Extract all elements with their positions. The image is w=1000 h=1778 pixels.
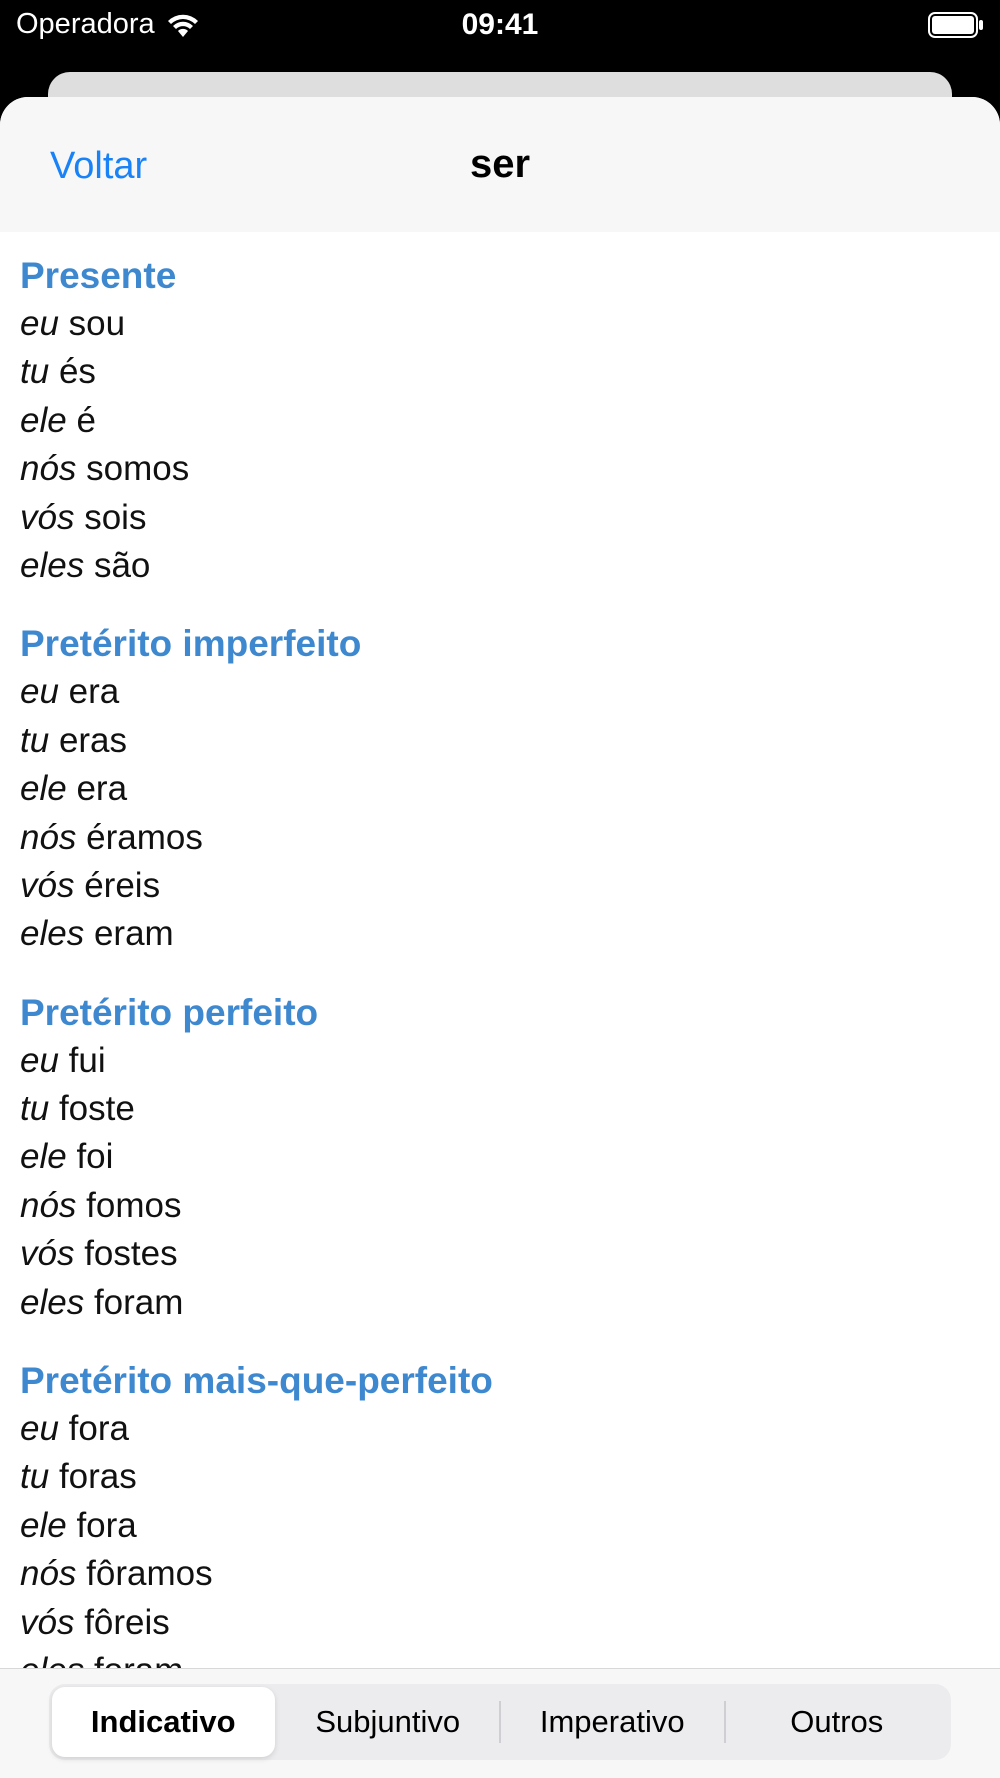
conjugation-row: ele é — [20, 397, 1000, 445]
tense-section: Presente eu sou tu és ele é nós somos vós soi… — [20, 252, 1000, 590]
verb-form: fostes — [84, 1234, 178, 1274]
tense-title: Pretérito imperfeito — [20, 623, 362, 665]
pronoun: vós — [20, 1234, 75, 1274]
tense-title: Presente — [20, 255, 177, 296]
conjugation-row: eu fora — [20, 1405, 1000, 1453]
conjugation-row: vós sois — [20, 494, 1000, 542]
pronoun: eu — [20, 304, 59, 343]
verb-form: foras — [58, 1457, 137, 1497]
status-time: 09:41 — [461, 8, 539, 41]
tense-title: Pretérito perfeito — [20, 991, 319, 1033]
pronoun: eu — [20, 1040, 59, 1080]
conjugation-row: ele era — [20, 765, 1000, 813]
tense-section: Pretérito mais-que-perfeito eu fora tu for… — [20, 1357, 1000, 1668]
conjugation-row: vós fostes — [20, 1230, 1000, 1278]
verb-form: fui — [68, 1040, 106, 1080]
pronoun: tu — [20, 1457, 50, 1497]
conjugation-row: eles foram — [20, 1647, 1000, 1668]
mood-selector-bar: Indicativo Subjuntivo Imperativo Outros — [0, 1668, 1000, 1778]
tense-section: Pretérito imperfeito eu era tu eras ele era… — [20, 620, 1000, 958]
conjugation-row: nós fomos — [20, 1182, 1000, 1230]
conjugation-row: eu era — [20, 668, 1000, 716]
verb-form: sou — [68, 304, 126, 343]
mood-segmented-control: Indicativo Subjuntivo Imperativo Outros — [49, 1684, 951, 1760]
pronoun: ele — [20, 1505, 67, 1545]
verb-form: era — [76, 769, 128, 809]
verb-form: fôreis — [84, 1602, 170, 1642]
conjugation-row: tu és — [20, 348, 1000, 396]
verb-form: foste — [58, 1089, 135, 1129]
verb-form: sois — [84, 497, 147, 537]
verb-form: eram — [93, 914, 174, 954]
conjugation-row: nós fôramos — [20, 1550, 1000, 1598]
conjugation-sheet: Voltar ser Presente eu sou tu és ele é nós s… — [0, 97, 1000, 1778]
conjugation-row: tu foras — [20, 1453, 1000, 1501]
pronoun: ele — [20, 769, 67, 809]
navigation-bar: Voltar ser — [0, 97, 1000, 232]
segment-imperativo[interactable]: Imperativo — [501, 1687, 724, 1757]
conjugation-row: nós somos — [20, 445, 1000, 493]
pronoun: eu — [20, 672, 59, 712]
verb-form: são — [93, 545, 151, 585]
pronoun: eles — [20, 914, 85, 954]
pronoun: ele — [20, 1137, 67, 1177]
verb-form: somos — [86, 449, 190, 489]
conjugation-row: eles são — [20, 542, 1000, 590]
battery-icon — [928, 12, 983, 38]
verb-form: é — [76, 400, 96, 440]
pronoun: eles — [20, 1651, 84, 1668]
verb-form: éreis — [84, 865, 161, 905]
pronoun: ele — [20, 400, 67, 440]
conjugation-list[interactable]: Presente eu sou tu és ele é nós somos vós soi… — [0, 232, 1000, 1668]
pronoun: vós — [20, 865, 75, 905]
pronoun: eu — [20, 1409, 59, 1449]
conjugation-row: ele fora — [20, 1502, 1000, 1550]
verb-form: éramos — [86, 817, 203, 857]
conjugation-row: ele foi — [20, 1133, 1000, 1181]
conjugation-row: eu fui — [20, 1037, 1000, 1085]
verb-form: fora — [68, 1409, 129, 1449]
conjugation-row: eles foram — [20, 1279, 1000, 1327]
conjugation-row: eles eram — [20, 910, 1000, 958]
pronoun: eles — [20, 545, 85, 585]
verb-form: eras — [58, 720, 128, 760]
pronoun: vós — [20, 1602, 75, 1642]
verb-form: foram — [93, 1282, 184, 1322]
verb-form: era — [68, 672, 120, 712]
conjugation-row: vós éreis — [20, 862, 1000, 910]
verb-form: fora — [76, 1505, 137, 1545]
pronoun: tu — [20, 352, 50, 392]
conjugation-row: vós fôreis — [20, 1599, 1000, 1647]
conjugation-row: tu eras — [20, 717, 1000, 765]
pronoun: nós — [20, 817, 77, 857]
verb-form: foram — [94, 1651, 183, 1668]
tense-section: Pretérito perfeito eu fui tu foste ele foi n… — [20, 989, 1000, 1327]
verb-form: fôramos — [86, 1554, 213, 1594]
segment-subjuntivo[interactable]: Subjuntivo — [277, 1687, 500, 1757]
pronoun: vós — [20, 497, 75, 537]
verb-form: és — [58, 352, 96, 392]
pronoun: nós — [20, 1185, 77, 1225]
segment-outros[interactable]: Outros — [726, 1687, 949, 1757]
verb-form: fomos — [86, 1185, 182, 1225]
pronoun: tu — [20, 720, 50, 760]
status-bar: Operadora 09:41 — [0, 0, 1000, 72]
pronoun: nós — [20, 1554, 77, 1594]
segment-indicativo[interactable]: Indicativo — [52, 1687, 275, 1757]
conjugation-row: eu sou — [20, 300, 1000, 348]
conjugation-row: nós éramos — [20, 814, 1000, 862]
pronoun: eles — [20, 1282, 85, 1322]
verb-title: ser — [469, 142, 531, 186]
verb-form: foi — [76, 1137, 114, 1177]
tense-title: Pretérito mais-que-perfeito — [20, 1360, 493, 1402]
conjugation-row: tu foste — [20, 1085, 1000, 1133]
pronoun: tu — [20, 1089, 50, 1129]
pronoun: nós — [20, 449, 77, 489]
